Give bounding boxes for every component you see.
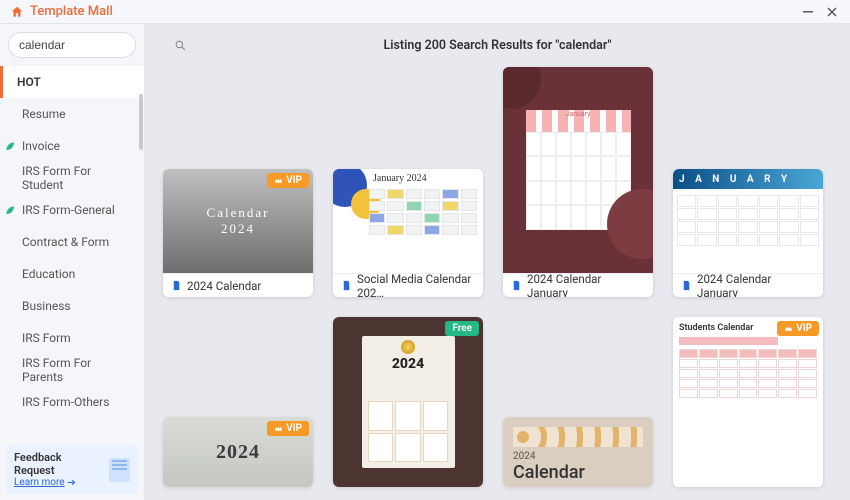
template-caption: 2024 Calendar: [163, 273, 313, 297]
template-thumb: VIP January 2024: [333, 169, 483, 273]
template-thumb: VIP 2024: [163, 417, 313, 487]
sidebar-item-contract[interactable]: Contract & Form: [0, 226, 144, 258]
main-area: Listing 200 Search Results for "calendar…: [145, 24, 850, 500]
minimize-button[interactable]: [796, 2, 820, 22]
feedback-title: Feedback Request: [14, 451, 103, 477]
sidebar-item-resume[interactable]: Resume: [0, 98, 144, 130]
sidebar-item-irs[interactable]: IRS Form: [0, 322, 144, 354]
sidebar-item-label: IRS Form For Parents: [22, 356, 132, 384]
vip-badge: VIP: [267, 421, 309, 436]
sidebar: HOT Resume Invoice IRS Form For Student …: [0, 24, 145, 500]
close-button[interactable]: [820, 2, 844, 22]
template-card[interactable]: VIP January 2024 Social Media Calendar 2…: [333, 169, 483, 297]
crown-icon: [274, 424, 283, 433]
app-window: Template Mall HOT Resume Invoice: [0, 0, 850, 500]
template-card[interactable]: Free J A N U A R Y 2024 Calendar January: [673, 169, 823, 297]
sidebar-item-label: IRS Form-General: [22, 203, 115, 217]
template-thumb: Free January: [503, 67, 653, 273]
template-caption: 2024 Calendar January: [503, 273, 653, 297]
sidebar-item-label: IRS Form: [22, 331, 71, 345]
vip-badge: VIP: [777, 321, 819, 336]
leaf-icon: [4, 204, 16, 216]
template-title: 2024 Calendar January: [527, 272, 645, 298]
template-card[interactable]: VIP 2024: [163, 417, 313, 487]
leaf-icon: [4, 140, 16, 152]
titlebar: Template Mall: [0, 0, 850, 24]
template-thumb: Free 2024Calendar: [503, 417, 653, 487]
results-header: Listing 200 Search Results for "calendar…: [163, 32, 832, 67]
template-card[interactable]: VIP Students Calendar: [673, 317, 823, 487]
template-title: 2024 Calendar January: [697, 272, 815, 298]
sidebar-item-business[interactable]: Business: [0, 290, 144, 322]
sidebar-item-irs-parents[interactable]: IRS Form For Parents: [0, 354, 144, 386]
template-caption: 2024 Calendar January: [673, 273, 823, 297]
results-grid: VIP Calendar2024 2024 Calendar VIP Ja: [163, 67, 832, 500]
sidebar-item-irs-others[interactable]: IRS Form-Others: [0, 386, 144, 418]
doc-icon: [511, 280, 522, 291]
sidebar-item-irs-student[interactable]: IRS Form For Student: [0, 162, 144, 194]
sidebar-item-irs-general[interactable]: IRS Form-General: [0, 194, 144, 226]
sidebar-item-label: Business: [22, 299, 71, 313]
feedback-card[interactable]: Feedback Request Learn more: [6, 445, 138, 494]
sidebar-item-label: IRS Form For Student: [22, 164, 132, 192]
template-card[interactable]: VIP Calendar2024 2024 Calendar: [163, 169, 313, 297]
template-title: Social Media Calendar 202…: [357, 272, 475, 298]
sidebar-item-label: IRS Form-Others: [22, 395, 109, 409]
sidebar-scrollbar[interactable]: [139, 94, 143, 150]
template-thumb: Free J A N U A R Y: [673, 169, 823, 273]
window-title: Template Mall: [30, 4, 113, 19]
template-title: 2024 Calendar: [187, 279, 261, 293]
category-list: HOT Resume Invoice IRS Form For Student …: [0, 66, 144, 439]
sidebar-item-invoice[interactable]: Invoice: [0, 130, 144, 162]
template-card[interactable]: Free 2024Calendar: [503, 417, 653, 487]
doc-icon: [341, 280, 352, 291]
template-thumb: VIP Students Calendar: [673, 317, 823, 487]
sidebar-item-label: Contract & Form: [22, 235, 109, 249]
crown-icon: [274, 176, 283, 185]
vip-badge: VIP: [267, 173, 309, 188]
sidebar-item-label: HOT: [17, 75, 41, 89]
sidebar-item-education[interactable]: Education: [0, 258, 144, 290]
sidebar-item-label: Education: [22, 267, 75, 281]
sidebar-item-label: Invoice: [22, 139, 60, 153]
template-card[interactable]: Free 2024: [333, 317, 483, 487]
template-caption: Social Media Calendar 202…: [333, 273, 483, 297]
doc-icon: [171, 280, 182, 291]
template-thumb: Free 2024: [333, 317, 483, 487]
free-badge: Free: [445, 321, 479, 336]
feedback-link[interactable]: Learn more: [14, 477, 103, 488]
search-box[interactable]: [8, 32, 136, 58]
template-card[interactable]: Free January 2024 Calendar January: [503, 67, 653, 297]
note-icon: [109, 458, 130, 482]
template-thumb: VIP Calendar2024: [163, 169, 313, 273]
sidebar-item-hot[interactable]: HOT: [0, 66, 144, 98]
doc-icon: [681, 280, 692, 291]
sidebar-item-label: Resume: [22, 107, 65, 121]
crown-icon: [784, 324, 793, 333]
home-icon: [10, 5, 24, 19]
